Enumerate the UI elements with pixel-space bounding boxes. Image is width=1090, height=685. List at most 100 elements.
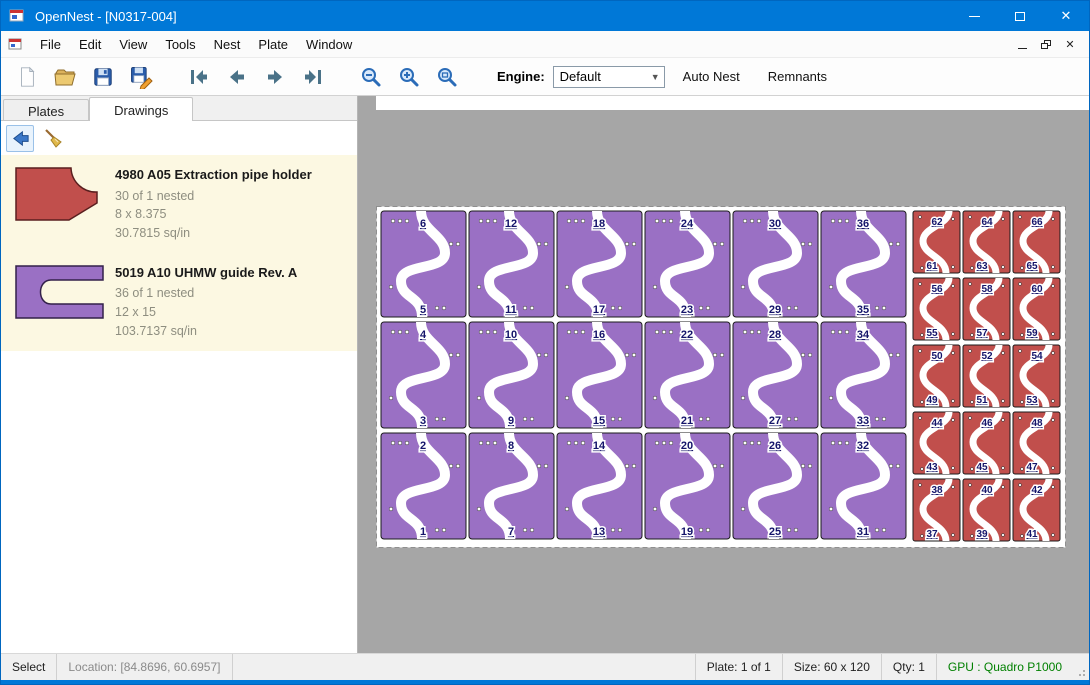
mdi-restore-button[interactable] [1035,34,1057,54]
engine-dropdown[interactable]: Default ▼ [553,66,665,88]
nested-part-pair-purple[interactable]: 65 [381,211,466,317]
nest-plate[interactable]: 6512111817242330293635431091615222128273… [376,206,1066,548]
svg-text:22: 22 [681,329,693,341]
mdi-close-icon: ✕ [1065,38,1074,51]
svg-text:34: 34 [857,329,870,341]
tab-drawings[interactable]: Drawings [89,97,193,121]
nested-part-pair-red[interactable]: 5453 [1013,345,1060,407]
menu-tools[interactable]: Tools [156,33,204,56]
nested-part-pair-purple[interactable]: 21 [381,433,466,539]
auto-nest-button[interactable]: Auto Nest [673,64,750,89]
nested-part-pair-purple[interactable]: 1615 [557,322,642,428]
save-button[interactable] [87,61,119,93]
nested-part-pair-purple[interactable]: 1413 [557,433,642,539]
nested-part-pair-red[interactable]: 6261 [913,211,960,273]
svg-text:10: 10 [505,329,517,341]
svg-text:60: 60 [1031,284,1043,295]
zoom-out-button[interactable] [355,61,387,93]
nested-part-pair-red[interactable]: 60 59 [1013,278,1060,340]
menu-file[interactable]: File [31,33,70,56]
nested-part-pair-purple[interactable]: 3433 [821,322,906,428]
nested-part-pair-red[interactable]: 3837 [913,479,960,541]
nested-part-pair-red[interactable]: 6665 [1013,211,1060,273]
svg-text:20: 20 [681,440,693,452]
nested-part-pair-red[interactable]: 5655 [913,278,960,340]
nest-canvas[interactable]: 6512111817242330293635431091615222128273… [358,96,1089,653]
nested-part-pair-purple[interactable]: 1817 [557,211,642,317]
nested-part-pair-purple[interactable]: 87 [469,433,554,539]
resize-grip[interactable] [1073,654,1089,680]
broom-icon [42,127,64,149]
nested-part-pair-purple[interactable]: 2423 [645,211,730,317]
nested-part-pair-red[interactable]: 4039 [963,479,1010,541]
nested-part-pair-red[interactable]: 4241 [1013,479,1060,541]
svg-text:64: 64 [981,217,993,228]
drawing-area: 103.7137 sq/in [115,322,297,341]
svg-text:45: 45 [976,462,988,473]
nested-part-pair-purple[interactable]: 3635 [821,211,906,317]
nested-part-pair-red[interactable]: 5857 [963,278,1010,340]
list-item[interactable]: 5019 A10 UHMW guide Rev. A 36 of 1 neste… [1,253,357,351]
maximize-button[interactable] [997,1,1043,31]
tab-plates[interactable]: Plates [3,99,89,120]
svg-text:28: 28 [769,329,781,341]
engine-value: Default [560,69,601,84]
send-to-nest-button[interactable] [6,125,34,152]
menubar: File Edit View Tools Nest Plate Window ✕ [1,31,1089,57]
menu-window[interactable]: Window [297,33,361,56]
svg-text:54: 54 [1031,351,1043,362]
nav-last-button[interactable] [297,61,329,93]
svg-text:15: 15 [593,415,605,427]
zoom-in-button[interactable] [393,61,425,93]
menu-view[interactable]: View [110,33,156,56]
window-bottom-border [1,680,1089,684]
status-location: Location: [84.8696, 60.6957] [57,654,232,680]
nested-part-pair-red[interactable]: 4443 [913,412,960,474]
nested-part-pair-purple[interactable]: 22 21 [645,322,730,428]
nav-previous-button[interactable] [221,61,253,93]
close-button[interactable]: ✕ [1043,1,1089,31]
nested-part-pair-purple[interactable]: 3029 [733,211,818,317]
nested-part-pair-red[interactable]: 4645 [963,412,1010,474]
svg-text:8: 8 [508,440,514,452]
menu-plate[interactable]: Plate [249,33,297,56]
nested-part-pair-purple[interactable]: 10 9 [469,322,554,428]
nested-part-pair-purple[interactable]: 1211 [469,211,554,317]
svg-text:16: 16 [593,329,605,341]
mdi-close-button[interactable]: ✕ [1059,34,1081,54]
nested-part-pair-red[interactable]: 6463 [963,211,1010,273]
menu-nest[interactable]: Nest [205,33,250,56]
part-thumbnail [13,263,115,341]
nested-part-pair-purple[interactable]: 2827 [733,322,818,428]
nested-part-pair-red[interactable]: 5251 [963,345,1010,407]
nested-part-pair-red[interactable]: 5049 [913,345,960,407]
nested-part-pair-purple[interactable]: 3231 [821,433,906,539]
open-button[interactable] [49,61,81,93]
new-button[interactable] [11,61,43,93]
svg-text:5: 5 [420,304,426,316]
nav-first-button[interactable] [183,61,215,93]
remnants-button[interactable]: Remnants [758,64,837,89]
nested-part-pair-purple[interactable]: 2625 [733,433,818,539]
clear-button[interactable] [39,125,67,152]
svg-text:21: 21 [681,415,693,427]
nested-part-pair-red[interactable]: 4847 [1013,412,1060,474]
nested-part-pair-purple[interactable]: 2019 [645,433,730,539]
svg-text:59: 59 [1026,328,1038,339]
save-as-button[interactable] [125,61,157,93]
svg-text:38: 38 [931,485,943,496]
list-item[interactable]: 4980 A05 Extraction pipe holder 30 of 1 … [1,155,357,253]
zoom-fit-button[interactable] [431,61,463,93]
menu-edit[interactable]: Edit [70,33,110,56]
svg-text:9: 9 [508,415,514,427]
svg-text:61: 61 [926,261,938,272]
minimize-button[interactable] [951,1,997,31]
nav-next-icon [265,67,285,87]
panel-tabstrip: Plates Drawings [1,96,357,121]
mdi-minimize-button[interactable] [1011,34,1033,54]
svg-text:50: 50 [931,351,943,362]
nested-part-pair-purple[interactable]: 43 [381,322,466,428]
svg-text:13: 13 [593,526,605,538]
open-folder-icon [53,65,77,89]
nav-next-button[interactable] [259,61,291,93]
